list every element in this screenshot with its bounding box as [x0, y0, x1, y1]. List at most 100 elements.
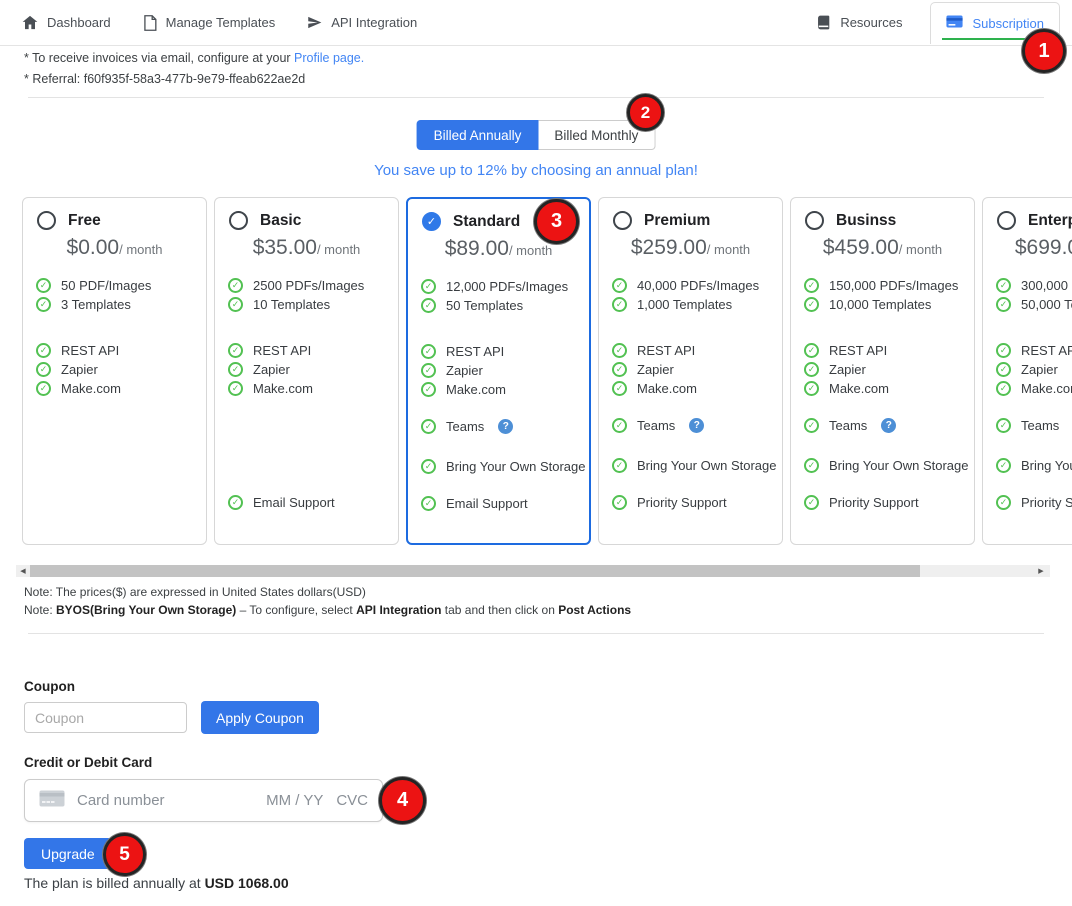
plan-support-feature: ✓Priority Support: [612, 493, 780, 512]
feature-item: ✓REST API: [804, 341, 972, 360]
plan-header: Enterprise: [983, 198, 1072, 230]
feature-label: 12,000 PDFs/Images: [446, 279, 568, 294]
feature-item: ✓Zapier: [612, 360, 780, 379]
plan-radio[interactable]: [997, 211, 1016, 230]
feature-label: Zapier: [637, 362, 674, 377]
check-icon: ✓: [996, 362, 1011, 377]
nav-item-manage-templates[interactable]: Manage Templates: [143, 15, 276, 31]
check-icon: ✓: [36, 381, 51, 396]
apply-coupon-button[interactable]: Apply Coupon: [201, 701, 319, 734]
plan-card[interactable]: Basic $35.00/ month ✓2500 PDFs/Images✓10…: [214, 197, 399, 545]
check-icon: ✓: [804, 458, 819, 473]
feature-item: ✓3 Templates: [36, 295, 204, 314]
feature-label: REST API: [61, 343, 119, 358]
feature-label: Bring Your Own Storage: [637, 458, 776, 473]
plan-card[interactable]: Businss $459.00/ month ✓150,000 PDFs/Ima…: [790, 197, 975, 545]
feature-item: ✓50,000 Templates: [996, 295, 1072, 314]
profile-page-link[interactable]: Profile page.: [294, 51, 364, 65]
feature-item: ✓Priority Support: [996, 493, 1072, 512]
feature-label: Zapier: [253, 362, 290, 377]
nav-item-api-integration[interactable]: API Integration: [307, 15, 417, 30]
billing-summary: The plan is billed annually at USD 1068.…: [24, 875, 289, 891]
check-icon: ✓: [804, 495, 819, 510]
plan-name: Free: [68, 212, 101, 230]
check-icon: ✓: [804, 278, 819, 293]
help-icon[interactable]: ?: [498, 419, 513, 434]
feature-label: 40,000 PDFs/Images: [637, 278, 759, 293]
plan-storage-feature: ✓Bring Your Own Storage: [421, 457, 587, 476]
check-icon: ✓: [996, 278, 1011, 293]
check-icon: ✓: [804, 297, 819, 312]
feature-item: ✓Make.com: [804, 379, 972, 398]
cvc-placeholder: CVC: [336, 792, 368, 809]
feature-label: Priority Support: [1021, 495, 1072, 510]
plan-card[interactable]: Free $0.00/ month ✓50 PDF/Images✓3 Templ…: [22, 197, 207, 545]
savings-message: You save up to 12% by choosing an annual…: [0, 162, 1072, 179]
scroll-right-arrow-icon[interactable]: ▶: [1034, 565, 1048, 577]
check-icon: ✓: [612, 418, 627, 433]
scrollbar-thumb[interactable]: [30, 565, 920, 577]
plan-header: Basic: [215, 198, 398, 230]
check-icon: ✓: [228, 381, 243, 396]
feature-item: ✓Bring Your Own Storage: [612, 456, 780, 475]
feature-label: REST API: [829, 343, 887, 358]
plan-integration-features: ✓REST API✓Zapier✓Make.com: [612, 341, 780, 398]
plan-card[interactable]: Premium $259.00/ month ✓40,000 PDFs/Imag…: [598, 197, 783, 545]
plan-radio[interactable]: ✓: [422, 212, 441, 231]
upgrade-button[interactable]: Upgrade: [24, 838, 112, 869]
check-icon: ✓: [421, 298, 436, 313]
check-icon: ✓: [421, 279, 436, 294]
feature-label: Make.com: [829, 381, 889, 396]
plan-radio[interactable]: [229, 211, 248, 230]
check-icon: ✓: [421, 496, 436, 511]
feature-item: ✓Zapier: [36, 360, 204, 379]
feature-label: Priority Support: [829, 495, 919, 510]
plans-row: Free $0.00/ month ✓50 PDF/Images✓3 Templ…: [22, 197, 1072, 545]
plan-name: Enterprise: [1028, 212, 1072, 230]
feature-label: Teams: [829, 418, 867, 433]
check-icon: ✓: [612, 343, 627, 358]
coupon-input[interactable]: [24, 702, 187, 733]
subscription-page: Dashboard Manage Templates API Integrati…: [0, 0, 1072, 906]
plan-radio[interactable]: [613, 211, 632, 230]
check-icon: ✓: [36, 278, 51, 293]
nav-item-dashboard[interactable]: Dashboard: [22, 15, 111, 30]
feature-item: ✓REST API: [996, 341, 1072, 360]
plan-radio[interactable]: [805, 211, 824, 230]
plan-card[interactable]: Enterprise $699.00/ month ✓300,000 PDFs/…: [982, 197, 1072, 545]
check-icon: ✓: [421, 382, 436, 397]
help-icon[interactable]: ?: [881, 418, 896, 433]
help-icon[interactable]: ?: [689, 418, 704, 433]
plan-support-feature: ✓Email Support: [228, 493, 396, 512]
top-nav: Dashboard Manage Templates API Integrati…: [0, 0, 1072, 46]
nav-right: Resources Subscription: [816, 2, 1060, 43]
plan-quota-features: ✓150,000 PDFs/Images✓10,000 Templates: [804, 276, 972, 314]
plan-teams-feature: ✓Teams?: [612, 416, 780, 435]
plan-header: Premium: [599, 198, 782, 230]
card-number-input[interactable]: Card number MM / YY CVC: [24, 779, 383, 822]
nav-item-resources[interactable]: Resources: [816, 15, 902, 30]
feature-item: ✓ Priority Support: [804, 493, 972, 512]
plan-support-feature: ✓Email Support: [421, 494, 587, 513]
billed-annually-button[interactable]: Billed Annually: [417, 120, 539, 150]
plan-support-feature: ✓Priority Support: [996, 493, 1072, 512]
plan-storage-feature: ✓Bring Your Own Storage: [612, 456, 780, 475]
plan-name: Premium: [644, 212, 710, 230]
feature-item: ✓Make.com: [228, 379, 396, 398]
plan-integration-features: ✓REST API✓Zapier✓Make.com: [996, 341, 1072, 398]
feature-label: 1,000 Templates: [637, 297, 732, 312]
feature-item: ✓Make.com: [612, 379, 780, 398]
scroll-left-arrow-icon[interactable]: ◀: [16, 565, 30, 577]
horizontal-scrollbar[interactable]: ◀ ▶: [16, 565, 1050, 577]
plan-radio[interactable]: [37, 211, 56, 230]
feature-item: ✓50 PDF/Images: [36, 276, 204, 295]
feature-item: ✓Teams?: [421, 417, 587, 436]
plan-integration-features: ✓REST API✓Zapier✓Make.com: [36, 341, 204, 398]
plan-card[interactable]: ✓ Standard $89.00/ month ✓12,000 PDFs/Im…: [406, 197, 591, 545]
feature-label: Bring Your Own Storage: [829, 458, 968, 473]
check-icon: ✓: [804, 362, 819, 377]
feature-item: ✓Bring Your Own Storage: [421, 457, 587, 476]
plan-name: Businss: [836, 212, 896, 230]
feature-item: ✓REST API: [612, 341, 780, 360]
plan-integration-features: ✓REST API✓Zapier✓Make.com: [421, 342, 587, 399]
